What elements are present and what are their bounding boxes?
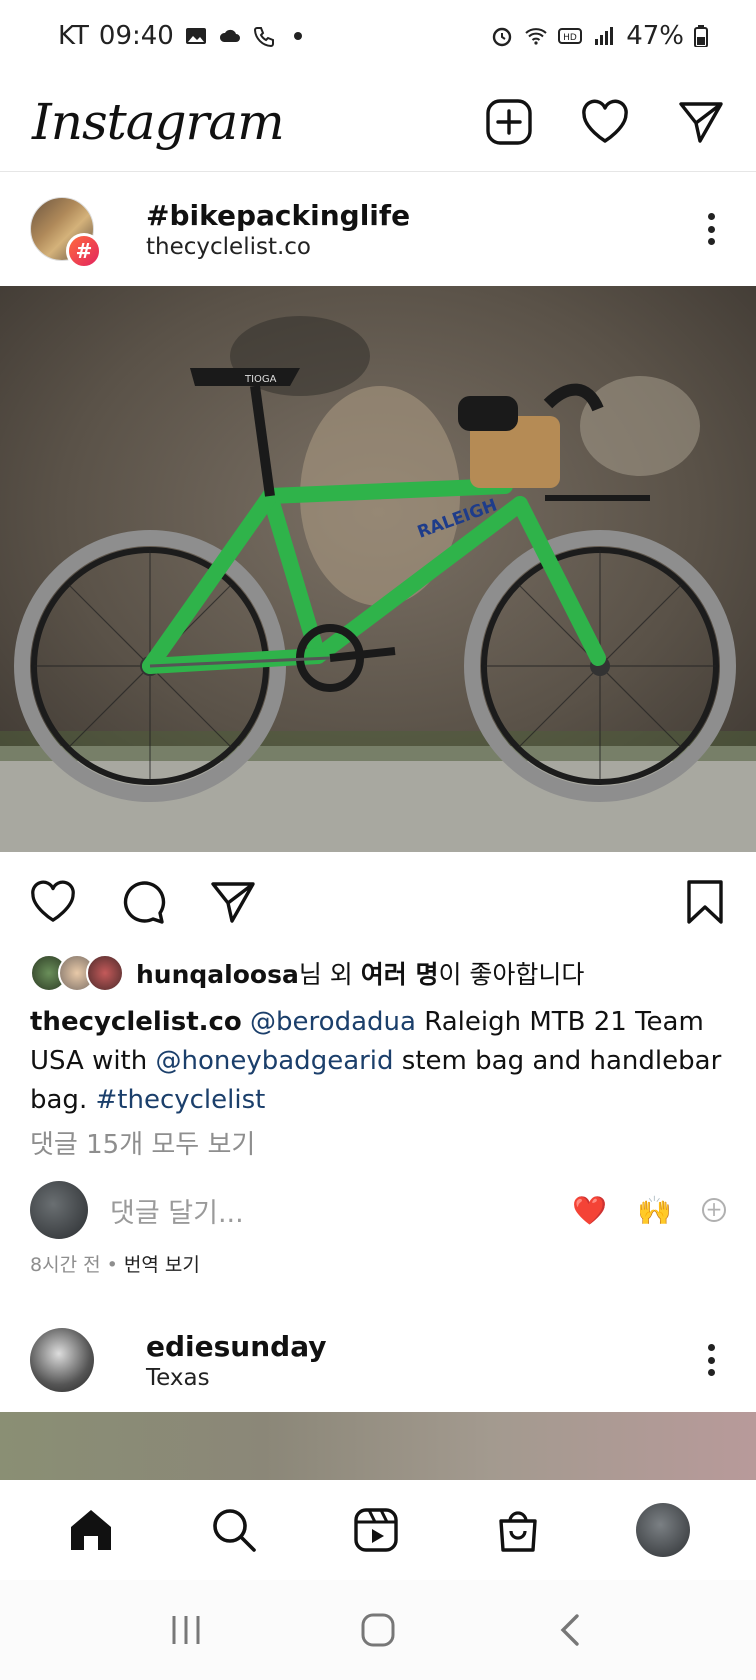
post-image[interactable] (0, 1412, 756, 1480)
caption-mention[interactable]: @honeybadgearid (156, 1046, 394, 1076)
post-header: # #bikepackinglife thecyclelist.co (0, 172, 756, 286)
battery-icon (694, 25, 708, 47)
likes-text-1: 님 외 (298, 960, 361, 989)
nav-reels[interactable] (351, 1505, 401, 1555)
home-button-icon (361, 1613, 395, 1647)
avatar (30, 1181, 88, 1239)
more-dot-icon (707, 213, 715, 220)
status-bar: KT 09:40 HD 47% (0, 0, 756, 72)
gallery-icon (185, 28, 206, 44)
signal-icon (595, 27, 614, 45)
more-reactions-icon[interactable]: + (702, 1198, 726, 1222)
add-comment-row: 댓글 달기... ❤️ 🙌 + (30, 1180, 726, 1240)
battery-percent: 47% (626, 21, 684, 51)
home-system-button[interactable] (353, 1605, 403, 1655)
post-more-options-button[interactable] (696, 209, 726, 249)
post-hashtag-title[interactable]: #bikepackinglife (146, 199, 696, 232)
post-caption: thecyclelist.co @berodadua Raleigh MTB 2… (30, 1003, 730, 1120)
likes-summary[interactable]: hunqaloosa님 외 여러 명이 좋아합니다 (30, 950, 584, 996)
post-username[interactable]: ediesunday (146, 1330, 696, 1363)
post-meta: 8시간 전 • 번역 보기 (30, 1254, 200, 1276)
svg-text:TIOGA: TIOGA (244, 374, 277, 385)
activity-button[interactable] (580, 97, 630, 147)
bottom-navigation (0, 1480, 756, 1580)
carrier: KT (58, 21, 89, 51)
recent-apps-icon (172, 1616, 200, 1644)
comment-icon (123, 881, 166, 924)
dot-icon (293, 32, 302, 40)
save-button[interactable] (680, 877, 730, 927)
avatar[interactable] (30, 1328, 94, 1392)
nav-home[interactable] (66, 1505, 116, 1555)
post-time: 8시간 전 (30, 1254, 101, 1276)
post-image[interactable]: TIOGA RALEIGH (0, 286, 756, 852)
system-navigation (0, 1580, 756, 1680)
nav-shop[interactable] (493, 1505, 543, 1555)
raised-hands-reaction-button[interactable]: 🙌 (637, 1194, 672, 1227)
post-header: ediesunday Texas (0, 1310, 756, 1410)
translate-link[interactable]: 번역 보기 (124, 1254, 200, 1276)
home-icon (71, 1510, 112, 1550)
status-right: HD 47% (490, 21, 708, 51)
share-button[interactable] (208, 877, 258, 927)
profile-avatar[interactable] (635, 1503, 690, 1557)
wifi-call-icon (253, 27, 274, 48)
more-dot-icon (707, 1344, 715, 1351)
like-button[interactable] (28, 877, 78, 927)
svg-text:HD: HD (563, 33, 577, 43)
cloud-icon (219, 29, 240, 42)
bicycle-photo: TIOGA RALEIGH (0, 286, 756, 852)
recent-apps-button[interactable] (161, 1605, 211, 1655)
hashtag-badge: # (66, 233, 102, 269)
avatar (86, 954, 124, 992)
direct-message-button[interactable] (676, 97, 726, 147)
post-location[interactable]: Texas (146, 1365, 696, 1391)
liker-avatars (30, 954, 124, 992)
wifi-icon (525, 28, 547, 45)
bookmark-icon (687, 880, 723, 924)
new-post-button[interactable] (484, 97, 534, 147)
more-dot-icon (707, 238, 715, 245)
comment-button[interactable] (118, 877, 168, 927)
post-more-options-button[interactable] (696, 1340, 726, 1380)
caption-username[interactable]: thecyclelist.co (30, 1007, 242, 1037)
view-all-comments-link[interactable]: 댓글 15개 모두 보기 (30, 1124, 255, 1161)
liker-username[interactable]: hunqaloosa (136, 960, 299, 989)
status-left: KT 09:40 (58, 21, 310, 51)
post-author[interactable]: thecyclelist.co (146, 234, 696, 260)
search-icon (212, 1509, 256, 1552)
activity-heart-icon (582, 99, 628, 143)
shop-icon (499, 1511, 538, 1552)
heart-reaction-button[interactable]: ❤️ (572, 1194, 607, 1227)
clock: 09:40 (98, 21, 174, 51)
back-icon (560, 1614, 579, 1646)
back-button[interactable] (545, 1605, 595, 1655)
caption-hashtag[interactable]: #thecyclelist (95, 1085, 265, 1115)
alarm-icon (493, 27, 512, 47)
heart-icon (31, 880, 75, 922)
caption-mention[interactable]: @berodadua (250, 1007, 416, 1037)
direct-message-icon (679, 101, 723, 143)
more-dot-icon (707, 225, 715, 233)
comment-input[interactable]: 댓글 달기... (110, 1191, 572, 1230)
hd-icon: HD (558, 28, 583, 44)
nav-search[interactable] (209, 1505, 259, 1555)
more-dot-icon (707, 1369, 715, 1376)
post-actions (0, 870, 756, 934)
new-post-icon (486, 98, 532, 145)
app-header: Instagram (0, 72, 756, 172)
reels-icon (354, 1508, 398, 1552)
post-avatar-wrap[interactable]: # (30, 197, 102, 269)
instagram-logo[interactable]: Instagram (32, 93, 285, 151)
likes-text-2: 이 좋아합니다 (438, 960, 585, 989)
share-icon (211, 882, 255, 923)
more-dot-icon (707, 1356, 715, 1364)
likes-others[interactable]: 여러 명 (361, 960, 439, 989)
